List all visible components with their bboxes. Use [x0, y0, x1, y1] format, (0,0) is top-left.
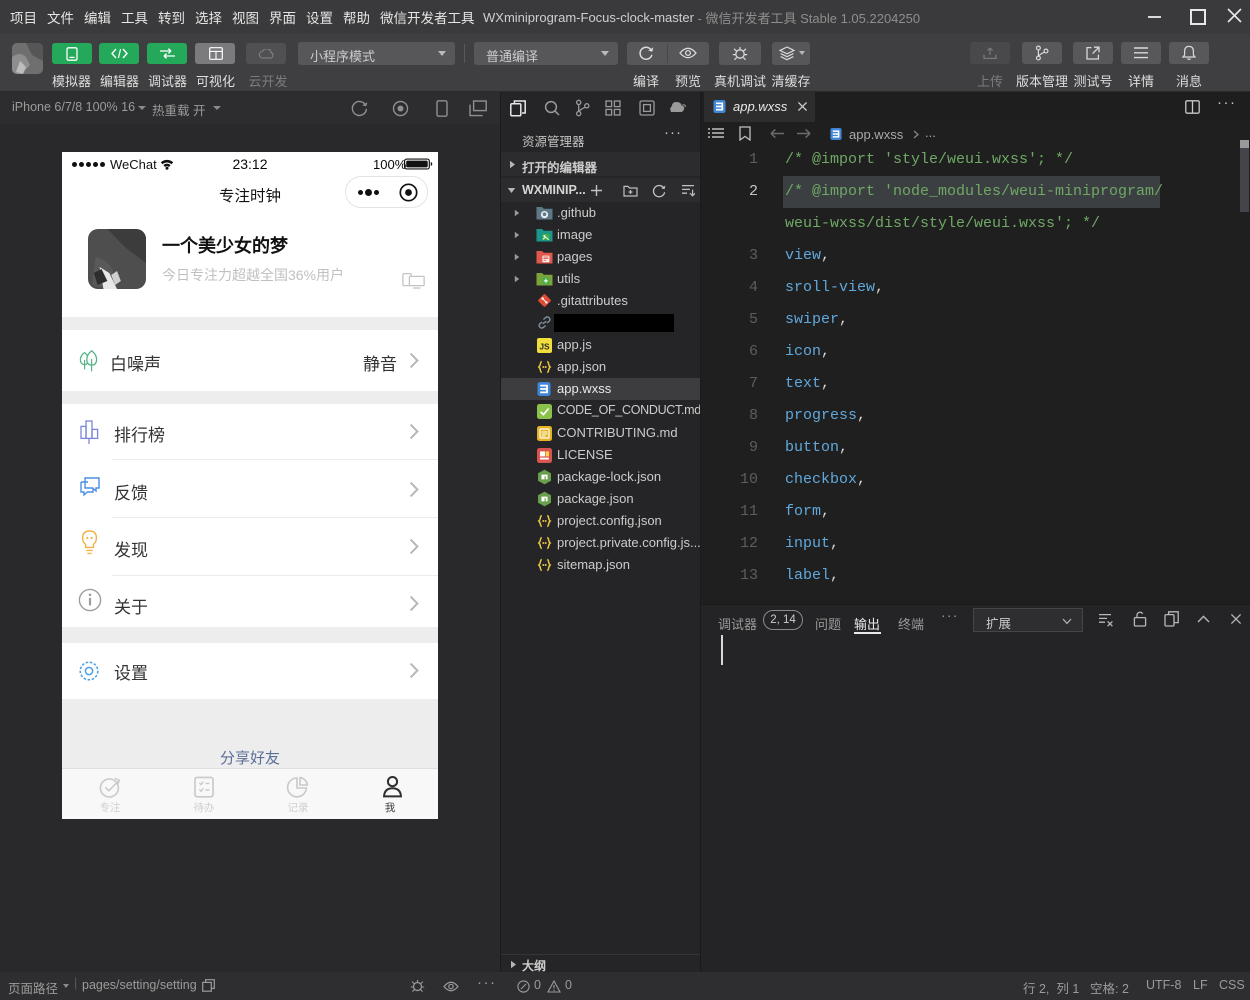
- svg-text:JS: JS: [539, 341, 550, 351]
